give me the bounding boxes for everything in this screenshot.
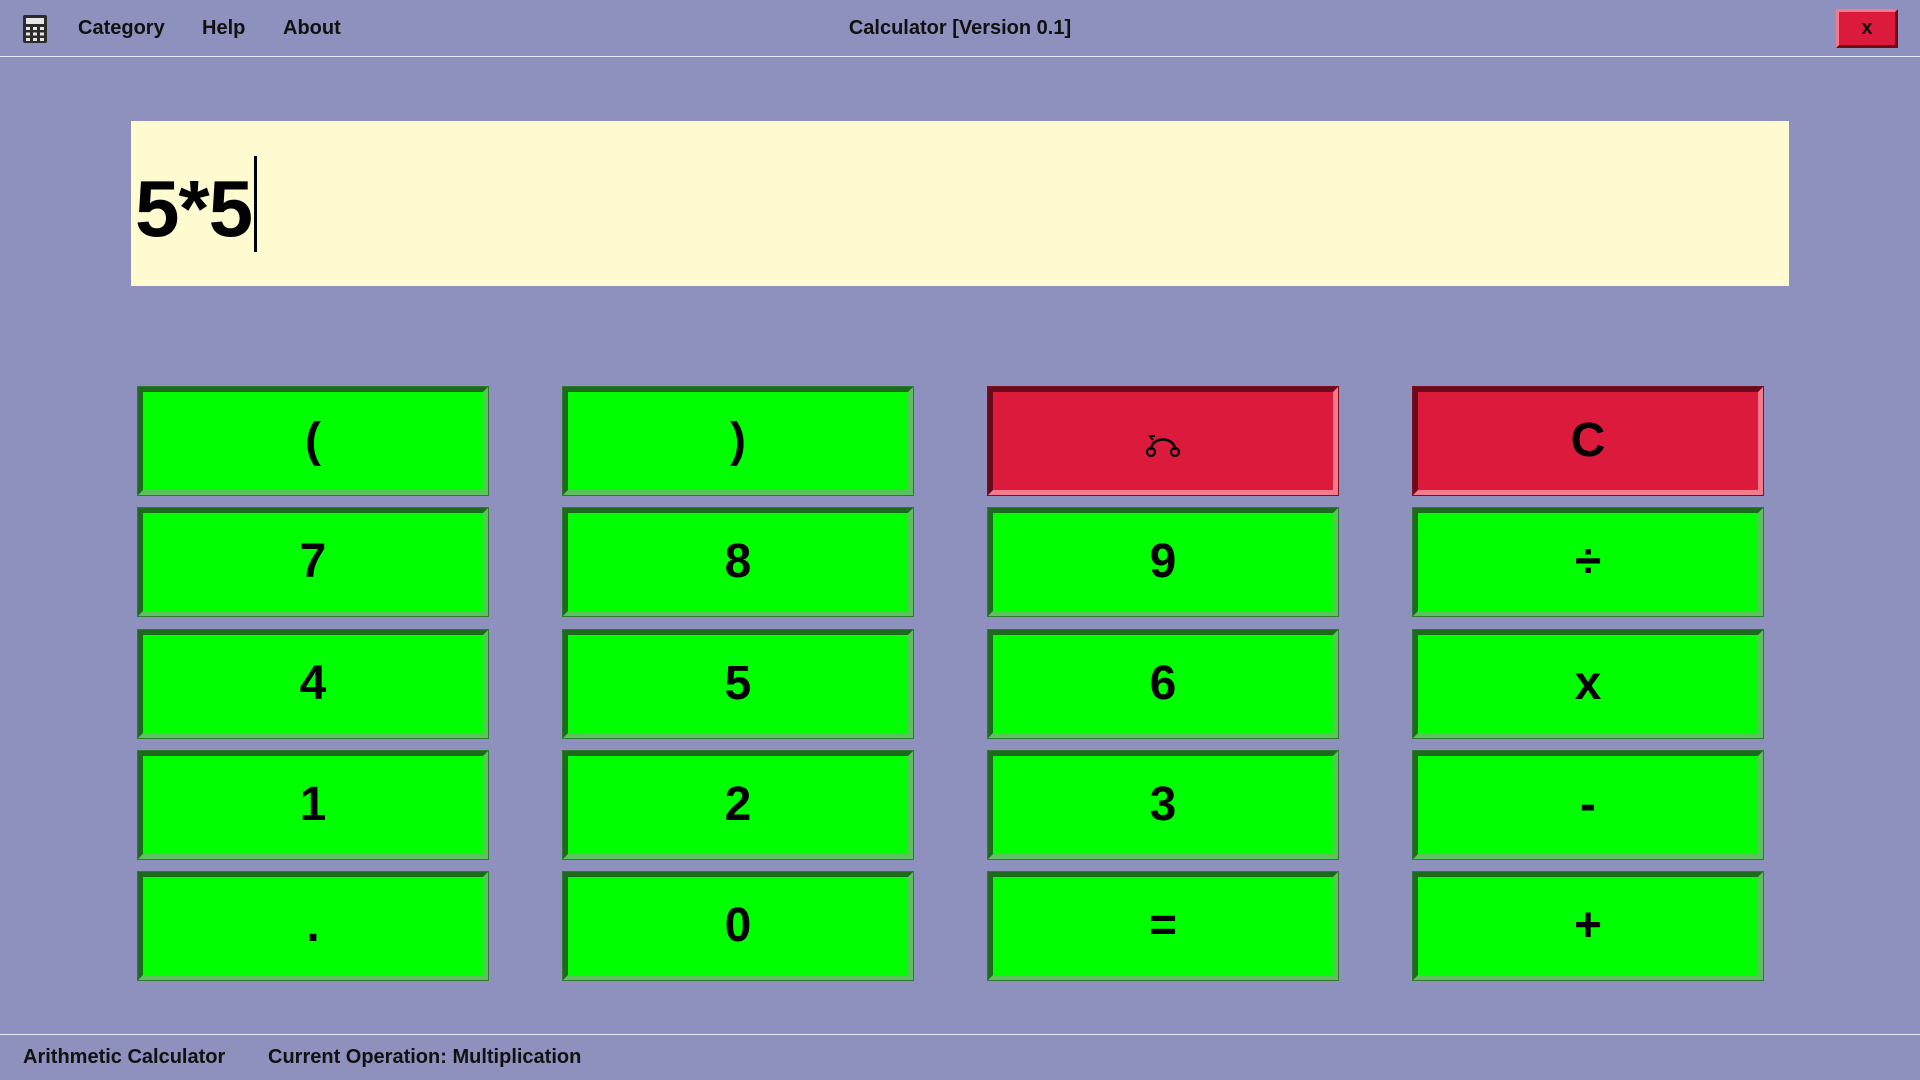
backspace-button[interactable]: [987, 386, 1339, 496]
digit-9-button[interactable]: 9: [987, 507, 1339, 617]
plus-button[interactable]: +: [1412, 871, 1764, 981]
multiply-button[interactable]: x: [1412, 629, 1764, 739]
status-calculator-mode: Arithmetic Calculator: [23, 1046, 226, 1068]
equals-button[interactable]: =: [987, 871, 1339, 981]
digit-4-button[interactable]: 4: [137, 629, 489, 739]
text-caret: [254, 156, 258, 252]
digit-8-button[interactable]: 8: [562, 507, 914, 617]
close-button[interactable]: x: [1836, 9, 1898, 48]
calculator-icon[interactable]: [22, 14, 48, 44]
open-paren-button[interactable]: (: [137, 386, 489, 496]
digit-0-button[interactable]: 0: [562, 871, 914, 981]
minus-button[interactable]: -: [1412, 750, 1764, 860]
clear-button[interactable]: C: [1412, 386, 1764, 496]
menu-about[interactable]: About: [283, 17, 341, 40]
digit-3-button[interactable]: 3: [987, 750, 1339, 860]
backspace-undo-icon: [1143, 414, 1183, 467]
title-bar: Category Help About Calculator [Version …: [0, 0, 1920, 57]
calculator-display[interactable]: 5*5: [131, 121, 1789, 286]
digit-2-button[interactable]: 2: [562, 750, 914, 860]
close-paren-button[interactable]: ): [562, 386, 914, 496]
menu-category[interactable]: Category: [78, 17, 165, 40]
display-value: 5*5: [135, 164, 253, 253]
status-bar: Arithmetic Calculator Current Operation:…: [0, 1034, 1920, 1080]
digit-6-button[interactable]: 6: [987, 629, 1339, 739]
decimal-point-button[interactable]: .: [137, 871, 489, 981]
divide-button[interactable]: ÷: [1412, 507, 1764, 617]
digit-1-button[interactable]: 1: [137, 750, 489, 860]
display-value-wrap: 5*5: [135, 156, 258, 253]
menu-help[interactable]: Help: [202, 17, 245, 40]
digit-5-button[interactable]: 5: [562, 629, 914, 739]
status-current-operation: Current Operation: Multiplication: [268, 1046, 582, 1068]
digit-7-button[interactable]: 7: [137, 507, 489, 617]
